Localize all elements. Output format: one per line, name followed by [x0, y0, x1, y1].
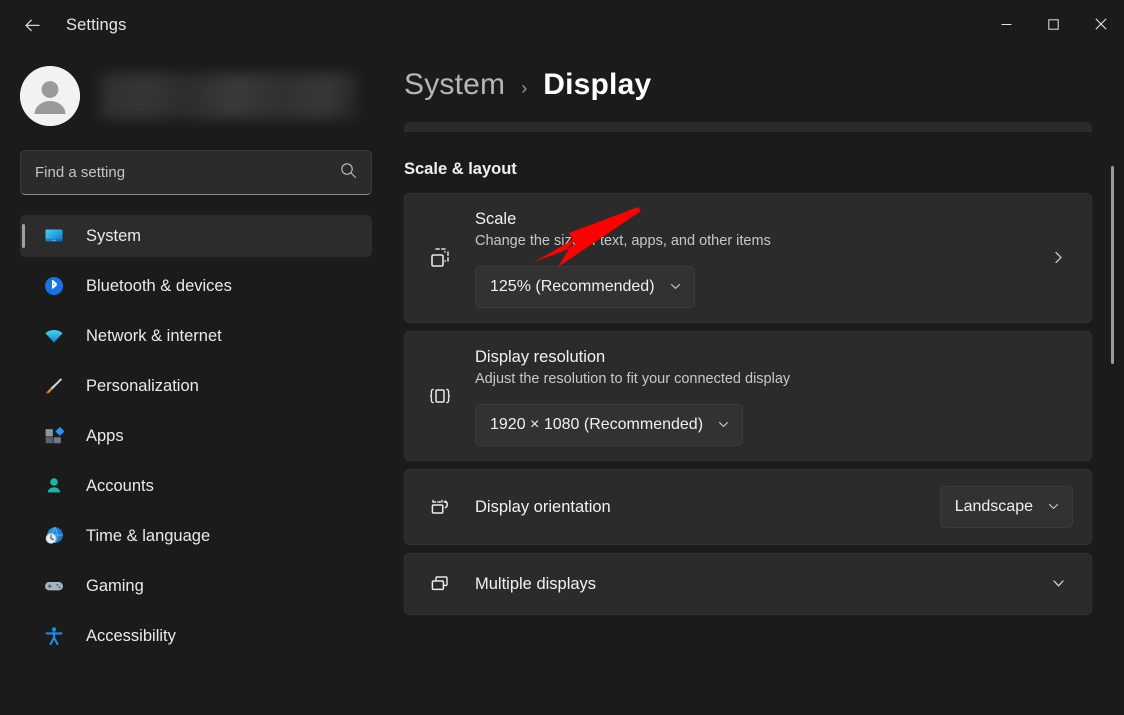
sidebar-item-label: Personalization: [86, 377, 199, 396]
display-resolution-dropdown[interactable]: 1920 × 1080 (Recommended): [475, 404, 743, 446]
sidebar-item-time-language[interactable]: Time & language: [20, 515, 372, 557]
close-icon: [1095, 18, 1107, 30]
card-title: Display resolution: [475, 346, 1073, 368]
settings-cards: Scale Change the size of text, apps, and…: [404, 193, 1092, 615]
sidebar-item-label: Accounts: [86, 477, 154, 496]
minimize-icon: [1001, 19, 1012, 30]
sidebar-item-accounts[interactable]: Accounts: [20, 465, 372, 507]
chevron-down-icon[interactable]: [1043, 576, 1073, 591]
main-content: System › Display Scale & layout: [392, 50, 1124, 715]
title-bar: Settings: [0, 0, 1124, 50]
search-box[interactable]: [20, 150, 372, 195]
display-resolution-dropdown-value: 1920 × 1080 (Recommended): [490, 416, 703, 434]
window-body: System Bluetooth & devices: [0, 50, 1124, 715]
search-area: [0, 150, 392, 195]
account-profile[interactable]: [0, 50, 392, 142]
card-display-resolution[interactable]: Display resolution Adjust the resolution…: [404, 331, 1092, 461]
section-title: Scale & layout: [404, 160, 1124, 179]
partial-card-above: [404, 122, 1092, 132]
settings-window: Settings: [0, 0, 1124, 715]
card-multiple-displays-body: Multiple displays: [475, 573, 1043, 595]
sidebar-item-bluetooth-devices[interactable]: Bluetooth & devices: [20, 265, 372, 307]
search-icon: [340, 162, 357, 184]
bluetooth-icon: [44, 276, 64, 296]
scale-dropdown-value: 125% (Recommended): [490, 278, 655, 296]
sidebar-nav: System Bluetooth & devices: [0, 215, 392, 665]
display-orientation-dropdown-value: Landscape: [955, 498, 1033, 516]
sidebar-item-label: Apps: [86, 427, 124, 446]
sidebar-item-apps[interactable]: Apps: [20, 415, 372, 457]
card-multiple-displays[interactable]: Multiple displays: [404, 553, 1092, 615]
sidebar: System Bluetooth & devices: [0, 50, 392, 715]
minimize-button[interactable]: [983, 0, 1030, 48]
breadcrumb: System › Display: [404, 50, 1124, 102]
person-avatar-icon: [20, 66, 80, 126]
sidebar-item-label: System: [86, 227, 141, 246]
chevron-down-icon: [717, 418, 730, 431]
display-orientation-dropdown[interactable]: Landscape: [940, 486, 1073, 528]
sidebar-item-personalization[interactable]: Personalization: [20, 365, 372, 407]
scale-icon: [423, 244, 457, 272]
monitor-icon: [44, 226, 64, 246]
clock-globe-icon: [44, 526, 64, 546]
card-scale[interactable]: Scale Change the size of text, apps, and…: [404, 193, 1092, 323]
accessibility-icon: [44, 626, 64, 646]
chevron-right-icon[interactable]: [1043, 250, 1073, 265]
scrollbar-thumb[interactable]: [1111, 166, 1114, 364]
sidebar-item-label: Accessibility: [86, 627, 176, 646]
search-input[interactable]: [35, 164, 332, 181]
card-subtitle: Change the size of text, apps, and other…: [475, 232, 1043, 252]
card-title: Multiple displays: [475, 573, 1043, 595]
page-title: Display: [543, 68, 651, 102]
card-title: Scale: [475, 208, 1043, 230]
maximize-icon: [1048, 19, 1059, 30]
card-title: Display orientation: [475, 496, 940, 518]
apps-icon: [44, 426, 64, 446]
card-scale-body: Scale Change the size of text, apps, and…: [475, 208, 1043, 308]
sidebar-item-label: Bluetooth & devices: [86, 277, 232, 296]
sidebar-item-label: Gaming: [86, 577, 144, 596]
card-display-orientation[interactable]: Display orientation Landscape: [404, 469, 1092, 545]
sidebar-item-label: Network & internet: [86, 327, 222, 346]
gamepad-icon: [44, 576, 64, 596]
window-title: Settings: [66, 16, 126, 35]
multiple-displays-icon: [423, 570, 457, 598]
breadcrumb-parent[interactable]: System: [404, 68, 505, 102]
maximize-button[interactable]: [1030, 0, 1077, 48]
sidebar-item-network-internet[interactable]: Network & internet: [20, 315, 372, 357]
brush-icon: [44, 376, 64, 396]
card-display-resolution-body: Display resolution Adjust the resolution…: [475, 346, 1073, 446]
scale-dropdown[interactable]: 125% (Recommended): [475, 266, 695, 308]
close-button[interactable]: [1077, 0, 1124, 48]
display-orientation-control: Landscape: [940, 486, 1073, 528]
account-name-redacted: [100, 73, 358, 119]
back-button[interactable]: [12, 9, 52, 41]
wifi-icon: [44, 326, 64, 346]
content-scrollbar[interactable]: [1111, 158, 1114, 715]
account-name-area: [100, 73, 358, 119]
chevron-down-icon: [1047, 500, 1060, 513]
card-display-orientation-body: Display orientation: [475, 496, 940, 518]
back-arrow-icon: [23, 16, 42, 35]
rotate-icon: [423, 493, 457, 521]
window-controls: [983, 0, 1124, 48]
sidebar-item-label: Time & language: [86, 527, 210, 546]
card-subtitle: Adjust the resolution to fit your connec…: [475, 370, 1073, 390]
sidebar-item-accessibility[interactable]: Accessibility: [20, 615, 372, 657]
sidebar-item-gaming[interactable]: Gaming: [20, 565, 372, 607]
avatar: [20, 66, 80, 126]
sidebar-item-system[interactable]: System: [20, 215, 372, 257]
person-icon: [44, 476, 64, 496]
breadcrumb-separator: ›: [521, 78, 527, 99]
chevron-down-icon: [669, 280, 682, 293]
resolution-icon: [423, 382, 457, 410]
